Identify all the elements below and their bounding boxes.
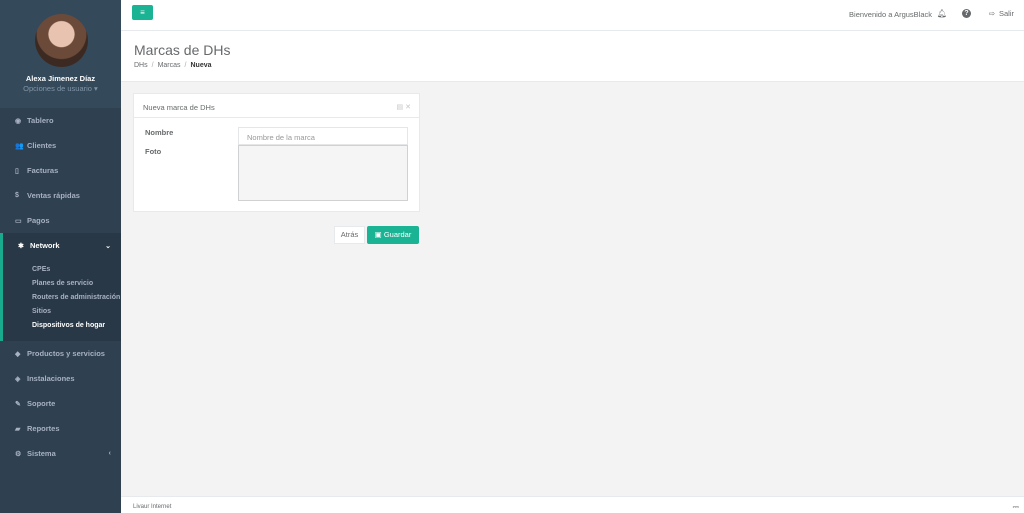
sidebar-nav: ◉ Tablero 👥 Clientes ▯ Facturas $ Ventas… [0,108,121,466]
breadcrumb-separator: / [151,62,154,69]
sidebar-item-label: Soporte [27,399,56,408]
install-icon: ◈ [15,375,21,383]
new-brand-form-card: Nueva marca de DHs ▤ ✕ Nombre Nombre de … [133,93,420,212]
avatar[interactable] [35,14,88,67]
user-profile: Alexa Jimenez Díaz Opciones de usuario ▾ [0,0,121,108]
cogs-icon: ⚙ [15,450,22,458]
top-navbar: ≡ Bienvenido a ArgusBlack 🔔︎ ? ⇨ Salir [121,0,1024,31]
sidebar-item-pagos[interactable]: ▭ Pagos [0,208,121,233]
save-label: Guardar [383,230,412,239]
sidebar-item-reportes[interactable]: ▰ Reportes [0,416,121,441]
network-icon: ✱ [18,242,24,250]
sidebar-item-tablero[interactable]: ◉ Tablero [0,108,121,133]
page-title: Marcas de DHs [134,42,231,58]
breadcrumb: DHs / Marcas / Nueva [134,62,212,69]
close-icon[interactable]: ✕ [405,104,411,111]
sidebar-item-label: Facturas [27,166,59,175]
dashboard-icon: ◉ [15,117,22,125]
footer-text: Livaur Internet [133,504,172,510]
submenu-item-dispositivos[interactable]: Dispositivos de hogar [3,321,121,330]
footer: Livaur Internet ⎓ [121,496,1024,513]
card-header: Nueva marca de DHs ▤ ✕ [134,94,419,118]
wrench-icon: ✎ [15,400,21,408]
chevron-down-icon: ⌄ [105,242,111,250]
logout-link[interactable]: ⇨ Salir [989,9,1014,18]
sidebar-item-network[interactable]: ✱ Network ⌄ [0,233,121,258]
submenu-item-planes[interactable]: Planes de servicio [3,279,121,288]
card-title: Nueva marca de DHs [143,103,215,112]
save-button[interactable]: ▣ Guardar [367,226,419,244]
sidebar-item-label: Tablero [27,116,54,125]
sidebar-item-sistema[interactable]: ⚙ Sistema ‹ [0,441,121,466]
sidebar: Alexa Jimenez Díaz Opciones de usuario ▾… [0,0,121,513]
sidebar-item-productos[interactable]: ◆ Productos y servicios [0,341,121,366]
bell-icon[interactable]: 🔔︎ [937,9,947,18]
card-tools: ▤ ✕ [397,103,411,111]
sidebar-item-facturas[interactable]: ▯ Facturas [0,158,121,183]
sidebar-item-label: Reportes [27,424,60,433]
menu-toggle-button[interactable]: ≡ [132,5,153,20]
breadcrumb-separator: / [184,62,187,69]
breadcrumb-item[interactable]: DHs [134,62,148,69]
back-button[interactable]: Atrás [334,226,365,244]
dollar-icon: $ [15,192,19,199]
sidebar-item-label: Pagos [27,216,50,225]
save-icon[interactable]: ▤ [397,104,404,111]
sidebar-item-soporte[interactable]: ✎ Soporte [0,391,121,416]
photo-upload-area[interactable] [238,145,408,201]
network-submenu: CPEs Planes de servicio Routers de admin… [0,258,121,341]
welcome-message: Bienvenido a ArgusBlack [849,10,932,19]
breadcrumb-current: Nueva [190,62,212,69]
submenu-item-cpes[interactable]: CPEs [3,265,121,274]
money-icon: ▭ [15,217,22,225]
sidebar-item-label: Productos y servicios [27,349,105,358]
sign-out-icon: ⇨ [988,9,995,18]
sidebar-item-label: Ventas rápidas [27,191,80,200]
photo-label: Foto [145,147,162,156]
logout-label: Salir [998,9,1014,18]
breadcrumb-item[interactable]: Marcas [158,62,181,69]
page-heading: Marcas de DHs DHs / Marcas / Nueva [121,31,1024,82]
sidebar-item-label: Network [30,241,60,250]
sidebar-item-label: Clientes [27,141,57,150]
submenu-item-sitios[interactable]: Sitios [3,307,121,316]
sidebar-item-instalaciones[interactable]: ◈ Instalaciones [0,366,121,391]
sidebar-item-label: Instalaciones [27,374,75,383]
chevron-left-icon: ‹ [108,450,111,457]
network-status-icon: ⎓ [1012,502,1019,511]
sidebar-item-clientes[interactable]: 👥 Clientes [0,133,121,158]
hamburger-icon: ≡ [140,8,145,17]
profile-name: Alexa Jimenez Díaz [25,74,96,83]
users-icon: 👥 [15,142,24,150]
name-label: Nombre [145,128,174,137]
sidebar-item-ventas-rapidas[interactable]: $ Ventas rápidas [0,183,121,208]
sidebar-item-label: Sistema [27,449,56,458]
floppy-icon: ▣ [374,230,384,239]
user-options-dropdown[interactable]: Opciones de usuario ▾ [0,84,121,93]
submenu-item-routers[interactable]: Routers de administración [3,293,121,302]
file-icon: ▯ [15,167,19,175]
book-icon: ▰ [15,425,21,433]
tags-icon: ◆ [15,350,21,358]
help-icon[interactable]: ? [962,9,971,18]
brand-name-input[interactable]: Nombre de la marca [238,127,408,145]
